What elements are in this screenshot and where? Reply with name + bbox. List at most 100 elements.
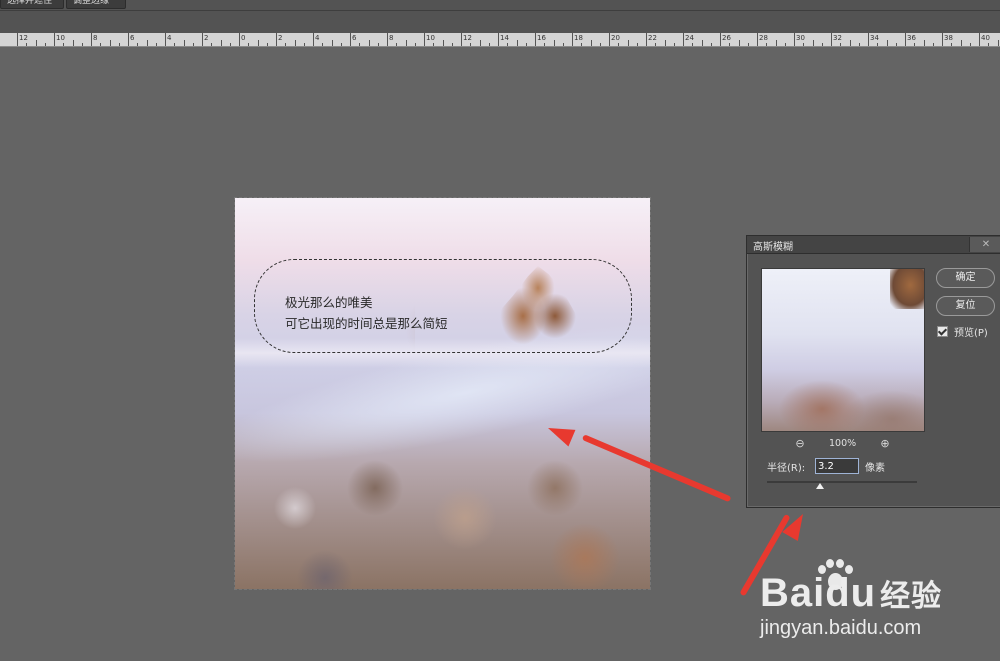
ruler-minor-tick [960,40,962,46]
ruler-minor-tick [544,43,546,46]
ruler-minor-tick [997,40,999,46]
ruler-major-tick [979,33,980,46]
ruler-minor-tick [988,43,990,46]
ruler-minor-tick [451,43,453,46]
ruler-minor-tick [775,40,777,46]
ruler-major-tick [905,33,906,46]
radius-slider[interactable] [767,481,917,489]
ruler-minor-tick [248,43,250,46]
ruler-label: 40 [981,34,990,42]
ruler-minor-tick [322,43,324,46]
ruler-minor-tick [442,40,444,46]
refine-edge-button[interactable]: 调整边缘 [66,0,126,9]
ruler-minor-tick [932,43,934,46]
ruler-minor-tick [174,43,176,46]
ruler-major-tick [831,33,832,46]
zoom-in-icon[interactable]: ⊕ [878,437,892,451]
ruler-label: 38 [944,34,953,42]
ruler-minor-tick [137,43,139,46]
ruler-major-tick [498,33,499,46]
ruler-major-tick [461,33,462,46]
ok-button[interactable]: 确定 [936,268,995,288]
ruler-minor-tick [377,43,379,46]
ruler-label: 12 [463,34,472,42]
ruler-minor-tick [692,43,694,46]
preview-checkbox[interactable]: 预览(P) [937,324,988,339]
slider-thumb[interactable] [816,483,824,489]
ruler-major-tick [942,33,943,46]
ruler-major-tick [91,33,92,46]
ruler-minor-tick [470,43,472,46]
watermark-brand-cn: 经验 [880,580,943,613]
ruler-label: 18 [574,34,583,42]
ruler-minor-tick [118,43,120,46]
ruler-major-tick [387,33,388,46]
blur-preview-image[interactable] [761,268,925,432]
ruler-minor-tick [969,43,971,46]
ruler-minor-tick [220,40,222,46]
ruler-label: 8 [93,34,98,42]
ruler-major-tick [17,33,18,46]
ruler-major-tick [54,33,55,46]
ruler-minor-tick [211,43,213,46]
radius-unit: 像素 [865,463,885,474]
ruler-major-tick [350,33,351,46]
ruler-minor-tick [285,43,287,46]
ruler-minor-tick [710,43,712,46]
ruler-minor-tick [812,40,814,46]
preview-rock [890,269,924,309]
reset-button[interactable]: 复位 [936,296,995,316]
ruler-minor-tick [877,43,879,46]
radius-input[interactable] [815,458,859,474]
ruler-label: 20 [611,34,620,42]
ruler-major-tick [757,33,758,46]
ruler-minor-tick [488,43,490,46]
ruler-label: 22 [648,34,657,42]
watermark-brand: Baidu 经验 [760,571,942,616]
ruler-major-tick [794,33,795,46]
ruler-minor-tick [655,43,657,46]
ruler-minor-tick [100,43,102,46]
ruler-minor-tick [821,43,823,46]
ruler-minor-tick [359,43,361,46]
ruler-label: 16 [537,34,546,42]
ruler-minor-tick [590,40,592,46]
ruler-minor-tick [433,43,435,46]
ruler-minor-tick [849,40,851,46]
ruler-minor-tick [914,43,916,46]
ruler-major-tick [313,33,314,46]
watermark-brand-text: Baidu [760,571,877,615]
options-bar [0,11,1000,34]
document-canvas[interactable] [235,198,650,589]
dialog-titlebar[interactable]: 高斯模糊 ✕ [747,236,1000,254]
checkbox-check-icon[interactable] [937,326,948,337]
ruler-minor-tick [229,43,231,46]
ruler-major-tick [868,33,869,46]
ruler-minor-tick [729,43,731,46]
ruler-major-tick [535,33,536,46]
ruler-label: 4 [315,34,320,42]
ruler-minor-tick [525,43,527,46]
horizontal-ruler: 12 10 8 6 4 2 0 2 4 6 8 10 12 14 16 18 20 22 24 26 28 30 32 34 3… [0,33,1000,47]
watermark-url: jingyan.baidu.com [760,617,922,639]
ruler-label: 6 [130,34,135,42]
ruler-minor-tick [192,43,194,46]
zoom-out-icon[interactable]: ⊖ [793,437,807,451]
ruler-major-tick [128,33,129,46]
zoom-percent: 100% [829,438,857,449]
ruler-minor-tick [396,43,398,46]
radius-label: 半径(R): [767,463,806,474]
ruler-minor-tick [44,43,46,46]
ruler-minor-tick [26,43,28,46]
close-icon[interactable]: ✕ [969,237,1000,252]
top-menu-bar: 选择并遮住 调整边缘 [0,0,1000,11]
ruler-minor-tick [738,40,740,46]
ruler-label: 28 [759,34,768,42]
ruler-minor-tick [766,43,768,46]
ruler-minor-tick [340,43,342,46]
select-and-mask-button[interactable]: 选择并遮住 [0,0,64,9]
ruler-label: 36 [907,34,916,42]
ruler-label: 10 [56,34,65,42]
ruler-minor-tick [840,43,842,46]
ruler-minor-tick [257,40,259,46]
